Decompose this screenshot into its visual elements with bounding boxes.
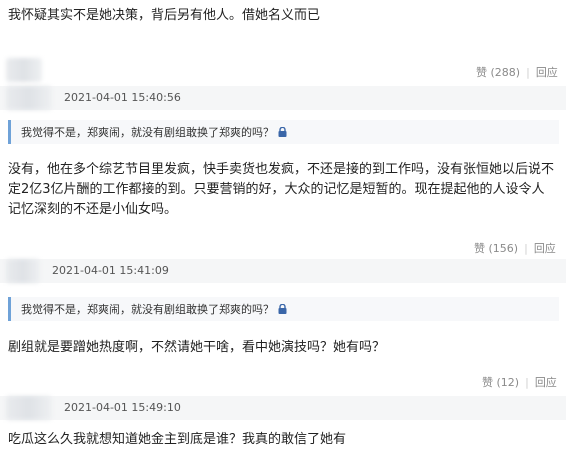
like-count: (156) xyxy=(488,242,519,255)
like-label: 赞 xyxy=(474,242,485,255)
quoted-comment[interactable]: 我觉得不是，郑爽闹，就没有剧组敢换了郑爽的吗？ xyxy=(8,120,559,144)
timestamp: 2021-04-01 15:40:56 xyxy=(64,91,181,104)
comment-text: 没有，他在多个综艺节目里发疯，快手卖货也发疯，不还是接的到工作吗，没有张恒她以后… xyxy=(8,162,555,217)
timestamp: 2021-04-01 15:41:09 xyxy=(52,264,169,277)
comment-actions: 赞 (288) | 回应 xyxy=(476,66,558,79)
comment-meta-bar: 2021-04-01 15:41:09 xyxy=(0,259,566,283)
reply-button[interactable]: 回应 xyxy=(534,242,556,255)
like-label: 赞 xyxy=(482,376,493,389)
avatar[interactable] xyxy=(6,58,42,82)
like-label: 赞 xyxy=(476,66,487,79)
comment-actions: 赞 (12) | 回应 xyxy=(482,376,557,389)
quote-text: 我觉得不是，郑爽闹，就没有剧组敢换了郑爽的吗？ xyxy=(21,126,274,139)
comment-meta-bar: 2021-04-01 15:49:10 xyxy=(0,396,566,420)
like-count: (288) xyxy=(490,66,521,79)
timestamp: 2021-04-01 15:49:10 xyxy=(64,401,181,414)
reply-button[interactable]: 回应 xyxy=(536,66,558,79)
quoted-comment[interactable]: 我觉得不是，郑爽闹，就没有剧组敢换了郑爽的吗？ xyxy=(8,297,559,321)
lock-icon xyxy=(278,127,287,137)
like-count: (12) xyxy=(496,376,520,389)
like-button[interactable]: 赞 (12) xyxy=(482,376,519,389)
username-blurred[interactable] xyxy=(6,259,40,283)
reply-button[interactable]: 回应 xyxy=(535,376,557,389)
username-blurred[interactable] xyxy=(6,86,52,110)
like-button[interactable]: 赞 (288) xyxy=(476,66,520,79)
comment-text: 我怀疑其实不是她决策，背后另有他人。借她名义而已 xyxy=(8,8,321,23)
like-button[interactable]: 赞 (156) xyxy=(474,242,518,255)
comment-text: 吃瓜这么久我就想知道她金主到底是谁？我真的敢信了她有 xyxy=(8,432,347,447)
comment-text: 剧组就是要蹭她热度啊，不然请她干啥，看中她演技吗？她有吗？ xyxy=(8,340,386,355)
comment-meta-bar: 2021-04-01 15:40:56 xyxy=(0,86,566,110)
quote-text: 我觉得不是，郑爽闹，就没有剧组敢换了郑爽的吗？ xyxy=(21,303,274,316)
comment-actions: 赞 (156) | 回应 xyxy=(474,242,556,255)
lock-icon xyxy=(278,304,287,314)
username-blurred[interactable] xyxy=(6,396,52,420)
